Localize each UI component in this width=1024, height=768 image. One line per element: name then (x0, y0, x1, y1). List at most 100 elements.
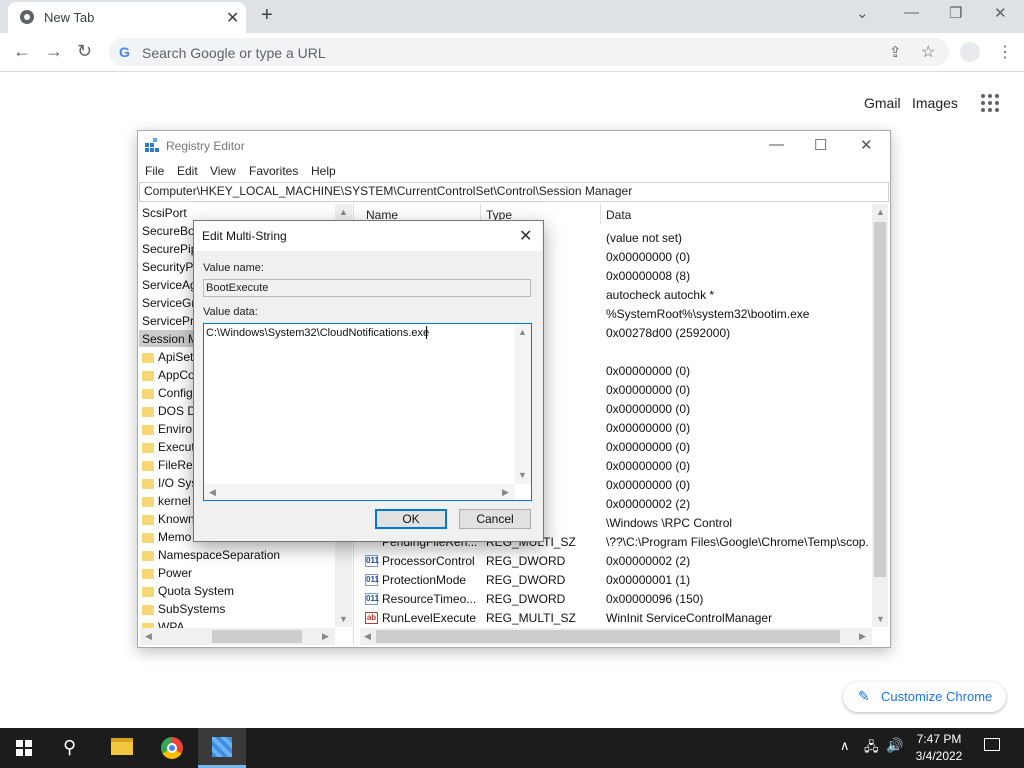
tray-overflow-icon[interactable]: ∧ (840, 738, 850, 754)
regedit-close-icon[interactable]: ✕ (860, 136, 873, 154)
apps-grid-icon[interactable] (981, 94, 999, 112)
row-data[interactable]: 0x00000000 (0) (606, 364, 690, 378)
row-data[interactable]: 0x00000001 (1) (606, 573, 690, 587)
search-icon[interactable]: ⚲ (63, 737, 76, 758)
row-data[interactable]: 0x00000000 (0) (606, 440, 690, 454)
row-data[interactable]: 0x00000000 (0) (606, 383, 690, 397)
restore-icon[interactable]: ❐ (949, 4, 962, 22)
regedit-taskbar-icon[interactable] (212, 737, 232, 757)
row-data[interactable]: 0x00000002 (2) (606, 554, 690, 568)
row-type[interactable]: REG_DWORD (486, 592, 565, 606)
tree-item[interactable]: ServiceAg (142, 278, 197, 292)
tree-item[interactable]: Memo (158, 530, 191, 544)
row-name[interactable]: ProtectionMode (382, 573, 466, 587)
row-type[interactable]: REG_MULTI_SZ (486, 611, 576, 625)
cancel-button[interactable]: Cancel (459, 509, 531, 529)
list-scroll-right-icon[interactable]: ▶ (859, 631, 866, 642)
tree-item[interactable]: AppCo (158, 368, 195, 382)
row-data[interactable]: \Windows \RPC Control (606, 516, 732, 530)
row-data[interactable]: 0x00000000 (0) (606, 402, 690, 416)
close-window-icon[interactable]: ✕ (994, 4, 1007, 22)
tree-horizontal-thumb[interactable] (212, 630, 302, 643)
tree-item[interactable]: Execut (158, 440, 195, 454)
start-button-windows-icon[interactable] (16, 740, 32, 756)
row-data[interactable]: 0x00000096 (150) (606, 592, 703, 606)
new-tab-button[interactable]: + (261, 4, 273, 27)
value-data-textarea[interactable] (203, 323, 532, 501)
tab-close-icon[interactable]: ✕ (226, 8, 239, 28)
tree-scroll-left-icon[interactable]: ◀ (145, 631, 152, 642)
ok-button[interactable]: OK (375, 509, 447, 529)
list-scroll-up-icon[interactable]: ▲ (876, 207, 885, 217)
tree-item[interactable]: SecureBo (142, 224, 195, 238)
list-scroll-down-icon[interactable]: ▼ (876, 614, 885, 624)
star-icon[interactable]: ☆ (921, 42, 935, 62)
tree-scroll-right-icon[interactable]: ▶ (322, 631, 329, 642)
omnibox-placeholder[interactable]: Search Google or type a URL (142, 45, 326, 61)
gmail-link[interactable]: Gmail (864, 95, 901, 111)
tree-item[interactable]: kernel (158, 494, 191, 508)
tree-item[interactable]: ScsiPort (142, 206, 187, 220)
regedit-minimize-icon[interactable]: — (769, 136, 784, 153)
notifications-icon[interactable] (984, 738, 1000, 751)
data-scroll-left-icon[interactable]: ◀ (209, 487, 216, 498)
tree-item[interactable]: Known (158, 512, 195, 526)
menu-help[interactable]: Help (311, 164, 336, 178)
value-name-field[interactable] (203, 279, 531, 297)
tree-scroll-up-icon[interactable]: ▲ (339, 207, 348, 217)
list-horizontal-thumb[interactable] (376, 630, 840, 643)
back-icon[interactable]: ← (13, 41, 31, 62)
reload-icon[interactable]: ↻ (77, 41, 92, 62)
dialog-close-icon[interactable]: ✕ (519, 226, 532, 246)
chrome-taskbar-icon[interactable] (161, 737, 183, 759)
menu-edit[interactable]: Edit (177, 164, 198, 178)
row-data[interactable]: 0x00000000 (0) (606, 459, 690, 473)
tree-item[interactable]: NamespaceSeparation (158, 548, 280, 562)
tree-item[interactable]: Quota System (158, 584, 234, 598)
file-explorer-icon[interactable] (111, 738, 133, 755)
tab-search-chevron-icon[interactable]: ⌄ (856, 4, 869, 22)
row-data[interactable]: \??\C:\Program Files\Google\Chrome\Temp\… (606, 535, 869, 549)
tree-item[interactable]: SecurePip (142, 242, 197, 256)
value-data-horizontal-scrollbar[interactable] (204, 484, 515, 500)
row-data[interactable]: 0x00000000 (0) (606, 478, 690, 492)
row-name[interactable]: RunLevelExecute (382, 611, 476, 625)
row-data[interactable]: 0x00000000 (0) (606, 421, 690, 435)
tree-item[interactable]: SecurityPr (142, 260, 197, 274)
row-data[interactable]: WinInit ServiceControlManager (606, 611, 772, 625)
tree-item[interactable]: I/O Sys (158, 476, 197, 490)
value-data-vertical-scrollbar[interactable] (515, 324, 531, 484)
network-icon[interactable]: 🖧 (864, 738, 879, 760)
column-header-data[interactable]: Data (606, 208, 631, 222)
data-scroll-right-icon[interactable]: ▶ (502, 487, 509, 498)
row-data[interactable]: 0x00278d00 (2592000) (606, 326, 730, 340)
share-icon[interactable]: ⇪ (889, 43, 902, 61)
menu-file[interactable]: File (145, 164, 164, 178)
menu-view[interactable]: View (210, 164, 236, 178)
tree-item[interactable]: SubSystems (158, 602, 225, 616)
tree-item[interactable]: ServiceGr (142, 296, 195, 310)
data-scroll-up-icon[interactable]: ▲ (518, 327, 527, 337)
tree-item[interactable]: Session M (142, 332, 198, 346)
row-type[interactable]: REG_DWORD (486, 573, 565, 587)
data-scroll-down-icon[interactable]: ▼ (518, 470, 527, 480)
value-data-text[interactable]: C:\Windows\System32\CloudNotifications.e… (206, 327, 429, 339)
tree-item[interactable]: Config (158, 386, 193, 400)
menu-favorites[interactable]: Favorites (249, 164, 298, 178)
tree-scroll-down-icon[interactable]: ▼ (339, 614, 348, 624)
menu-dots-icon[interactable]: ⋮ (997, 42, 1013, 62)
row-type[interactable]: REG_DWORD (486, 554, 565, 568)
row-name[interactable]: ProcessorControl (382, 554, 475, 568)
address-path[interactable]: Computer\HKEY_LOCAL_MACHINE\SYSTEM\Curre… (144, 184, 632, 198)
row-data[interactable]: 0x00000000 (0) (606, 250, 690, 264)
tree-item[interactable]: Enviro (158, 422, 192, 436)
tree-item[interactable]: DOS D (158, 404, 196, 418)
list-scroll-left-icon[interactable]: ◀ (364, 631, 371, 642)
tree-item[interactable]: FileRe (158, 458, 193, 472)
row-data[interactable]: 0x00000002 (2) (606, 497, 690, 511)
row-data[interactable]: %SystemRoot%\system32\bootim.exe (606, 307, 809, 321)
regedit-maximize-icon[interactable]: ☐ (814, 136, 827, 154)
profile-icon[interactable] (960, 42, 980, 62)
column-divider[interactable] (600, 204, 601, 224)
forward-icon[interactable]: → (45, 41, 63, 62)
